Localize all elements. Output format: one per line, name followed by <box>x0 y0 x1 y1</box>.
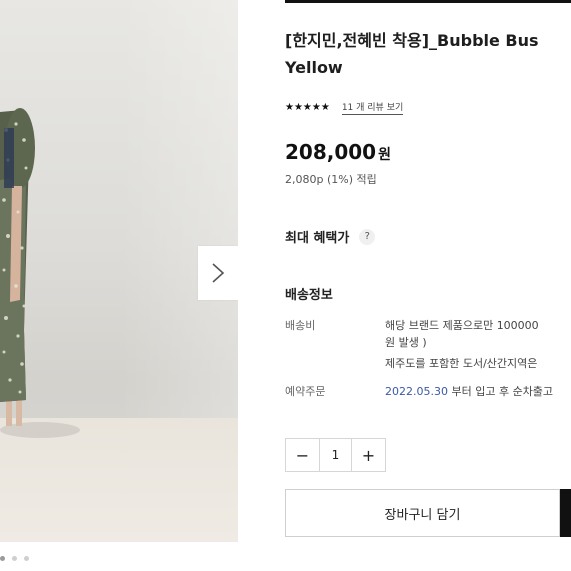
preorder-date: 2022.05.30 <box>385 385 448 398</box>
quantity-stepper: − 1 + <box>285 438 386 472</box>
price: 208,000 원 <box>285 140 391 164</box>
pager-dot[interactable] <box>24 556 29 561</box>
add-to-cart-button[interactable]: 장바구니 담기 <box>285 489 560 537</box>
question-icon[interactable]: ? <box>359 228 376 245</box>
preorder-rest: 부터 입고 후 순차출고 <box>447 385 554 398</box>
pager-dot[interactable] <box>12 556 17 561</box>
next-image-button[interactable] <box>198 246 238 300</box>
shipping-fee-text: 원 발생 ) <box>385 336 427 349</box>
preorder-label: 예약주문 <box>285 385 326 398</box>
buy-now-button[interactable] <box>560 489 571 537</box>
decrease-button[interactable]: − <box>286 439 319 471</box>
rating-row: ★★★★★ 11 개 리뷰 보기 <box>285 100 404 115</box>
shipping-heading: 배송정보 <box>285 288 333 303</box>
shipping-fee-label: 배송비 <box>285 319 316 332</box>
max-benefit-label: 최대 혜택가 <box>285 231 350 246</box>
chevron-right-icon <box>212 263 225 283</box>
review-link[interactable]: 11 개 리뷰 보기 <box>341 100 404 115</box>
price-amount: 208,000 <box>285 140 377 164</box>
top-divider <box>285 0 571 3</box>
product-title: [한지민,전혜빈 착용]_Bubble Bus Yellow <box>285 27 571 81</box>
preorder-text: 2022.05.30 부터 입고 후 순차출고 <box>385 383 553 399</box>
price-currency: 원 <box>378 147 391 163</box>
shipping-fee-text: 해당 브랜드 제품으로만 100000 <box>385 319 539 332</box>
max-benefit-row: 최대 혜택가 ? <box>285 227 376 246</box>
reward-points: 2,080p (1%) 적립 <box>285 173 377 186</box>
product-title-line: Yellow <box>285 58 343 77</box>
quantity-input[interactable]: 1 <box>319 439 352 471</box>
product-image <box>0 0 238 542</box>
star-rating-icon: ★★★★★ <box>285 102 330 113</box>
increase-button[interactable]: + <box>352 439 385 471</box>
shipping-island-text: 제주도를 포함한 도서/산간지역은 <box>385 357 538 370</box>
image-pager <box>0 556 29 561</box>
product-title-line: [한지민,전혜빈 착용]_Bubble Bus <box>285 31 539 50</box>
pager-dot[interactable] <box>0 556 5 561</box>
